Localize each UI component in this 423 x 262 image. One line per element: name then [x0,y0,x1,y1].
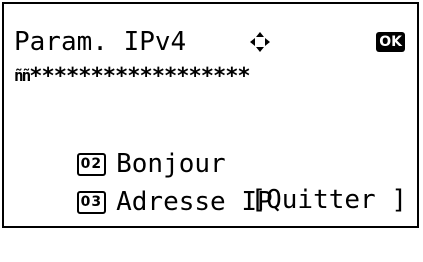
menu-item-ip-address[interactable]: 03 Adresse IP [14,142,409,217]
item-number-badge: 03 [76,191,107,214]
page-title: Param. IPv4 [14,27,187,57]
title-bar: Param. IPv4 OK [14,22,409,62]
ok-key-icon: OK [376,32,405,52]
separator-line: ññ****************** [14,60,409,92]
separator-stars: ****************** [29,64,250,89]
separator-prefix: ññ [14,66,31,85]
menu-item-label: Adresse IP [116,187,273,217]
menu-item-bonjour[interactable]: 02 Bonjour [14,104,409,179]
lcd-panel: Param. IPv4 OK ññ****************** 02 Bo… [2,2,419,228]
exit-softkey[interactable]: [Quitter ] [250,180,407,220]
navigation-hint: OK [249,31,405,53]
